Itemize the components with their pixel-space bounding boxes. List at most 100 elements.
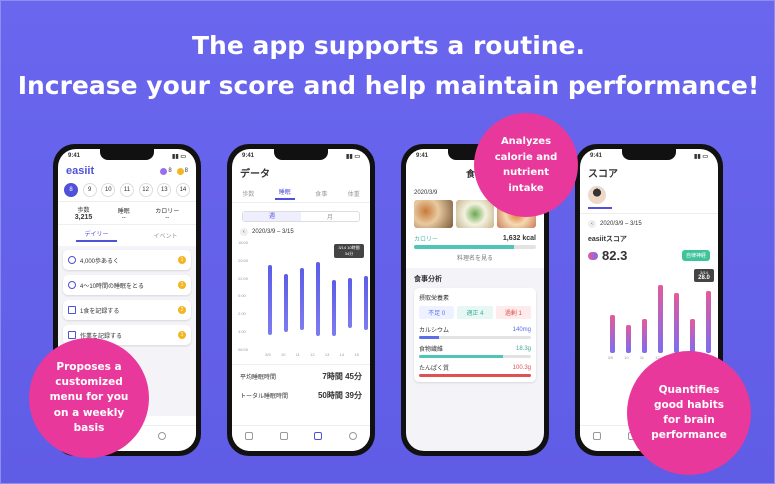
stat-value: -- <box>121 214 126 221</box>
nutrient-bar <box>419 336 531 339</box>
fork-icon <box>68 306 76 314</box>
tab-profile-icon[interactable] <box>344 431 362 446</box>
clipboard-icon <box>68 331 76 339</box>
chip-adequate[interactable]: 適正 4 <box>457 306 493 319</box>
tab-sleep[interactable]: 睡眠 <box>274 187 295 200</box>
nutrient-value: 100.3g <box>512 364 531 371</box>
day-item[interactable]: 11 <box>119 183 134 197</box>
sleep-summary: 平均睡眠時間 7時間 45分 トータル睡眠時間 50時間 39分 <box>232 364 370 407</box>
y-tick: 0:00 <box>238 293 246 299</box>
chevron-left-icon[interactable]: ‹ <box>240 228 248 236</box>
calorie-value: 1,632 kcal <box>502 235 536 242</box>
tab-daily[interactable]: デイリー <box>76 229 117 242</box>
task-point-badge: 1 <box>178 281 186 289</box>
status-time: 9:41 <box>68 153 81 159</box>
tab-mission-icon[interactable] <box>275 431 293 446</box>
tab-data-icon[interactable] <box>309 431 327 446</box>
tab-steps[interactable]: 歩数 <box>242 189 254 198</box>
score-bar <box>642 319 647 353</box>
task-point-badge: 1 <box>178 331 186 339</box>
date-range: 2020/3/9 – 3/15 <box>252 229 294 235</box>
bottom-tab-bar <box>232 425 370 451</box>
tab-home-icon[interactable] <box>240 431 258 446</box>
tooltip-value: 28.0 <box>698 275 710 281</box>
x-tick: 10 <box>624 355 629 360</box>
stat-sleep: 睡眠 -- <box>118 206 130 221</box>
y-tick: 2:00 <box>238 311 246 317</box>
phone-notch <box>100 149 154 160</box>
sleep-bar <box>300 268 304 330</box>
point-icon-a <box>160 167 168 175</box>
y-tick: 20:00 <box>238 257 249 263</box>
stat-value: -- <box>165 214 170 221</box>
badge-menu: Proposes a customized menu for you on a … <box>29 338 149 458</box>
day-item[interactable]: 8 <box>64 183 78 197</box>
view-dish-names-link[interactable]: 料理名を見る <box>414 253 536 262</box>
nutrient-bar <box>419 374 531 377</box>
nutrient-bar <box>419 355 531 358</box>
data-tabs: 歩数 睡眠 食事 体重 <box>232 182 370 203</box>
task-item[interactable]: 4,000歩あるく 1 <box>63 250 191 270</box>
meal-photo[interactable] <box>455 200 495 228</box>
score-bar <box>674 293 679 353</box>
avatar[interactable] <box>588 186 606 204</box>
nutrient-chips: 不足 0 適正 4 過剰 1 <box>419 306 531 319</box>
day-item[interactable]: 9 <box>82 183 97 197</box>
toggle-month[interactable]: 月 <box>301 212 359 221</box>
score-bar <box>626 325 631 353</box>
task-label: 1食を記録する <box>80 308 120 315</box>
chip-lacking[interactable]: 不足 0 <box>419 306 455 319</box>
x-tick: 11 <box>295 352 300 357</box>
phone-data: 9:41 ▮▮ ▭ データ 歩数 睡眠 食事 体重 週 月 ‹ 2020/3/9 … <box>227 144 375 456</box>
phone-data-screen: 9:41 ▮▮ ▭ データ 歩数 睡眠 食事 体重 週 月 ‹ 2020/3/9 … <box>232 149 370 451</box>
day-item[interactable]: 14 <box>175 183 190 197</box>
x-tick: 3/9 <box>265 352 271 357</box>
day-item[interactable]: 13 <box>157 183 172 197</box>
sleep-chart: 18:00 20:00 22:00 0:00 2:00 4:00 06:00 3… <box>238 240 368 360</box>
sleep-bar <box>316 262 320 336</box>
meal-photo[interactable] <box>414 200 453 228</box>
stat-label: 睡眠 <box>117 208 130 215</box>
y-tick: 18:00 <box>238 240 249 245</box>
day-selector[interactable]: 8 9 10 11 12 13 14 <box>58 179 196 201</box>
period-toggle[interactable]: 週 月 <box>242 211 360 222</box>
x-tick: 12 <box>310 352 315 357</box>
sleep-bar <box>348 278 352 328</box>
chart-tooltip: 3/14 10時間 34分 <box>334 244 364 258</box>
task-item[interactable]: 1食を記録する 2 <box>63 300 191 320</box>
tab-home-icon[interactable] <box>588 431 606 446</box>
x-axis: 3/9 10 11 12 13 14 15 <box>260 352 364 357</box>
tab-meal[interactable]: 食事 <box>315 189 327 198</box>
task-item[interactable]: 4〜10時間の睡眠をとる 1 <box>63 275 191 295</box>
sleep-bar <box>268 265 272 335</box>
promo-background: The app supports a routine. Increase you… <box>0 0 775 484</box>
nutrient-name: 食物繊維 <box>419 347 444 353</box>
summary-label: 平均睡眠時間 <box>240 375 277 381</box>
date-range: 2020/3/9 – 3/15 <box>600 221 642 227</box>
y-tick: 06:00 <box>238 346 249 352</box>
summary-value: 7時間 45分 <box>322 372 362 381</box>
task-label: 4〜10時間の睡眠をとる <box>80 283 145 290</box>
tab-weight[interactable]: 体重 <box>348 189 360 198</box>
chip-excess[interactable]: 過剰 1 <box>495 306 531 319</box>
nutrient-value: 140mg <box>512 326 531 333</box>
toggle-week[interactable]: 週 <box>243 212 301 221</box>
brain-icon <box>588 251 598 260</box>
chevron-left-icon[interactable]: ‹ <box>588 220 596 228</box>
meal-analysis: 食事分析 摂取栄養素 不足 0 適正 4 過剰 1 カルシウム 140mg 食物繊… <box>406 268 544 382</box>
score-bar <box>706 291 711 353</box>
page-title: スコア <box>588 169 618 180</box>
walk-icon <box>68 256 76 264</box>
day-item[interactable]: 12 <box>138 183 153 197</box>
x-tick: 10 <box>280 352 286 357</box>
score-bar <box>690 319 695 353</box>
tab-profile-icon[interactable] <box>153 431 171 446</box>
day-item[interactable]: 10 <box>101 183 116 197</box>
point-value-b: 8 <box>184 168 188 174</box>
battery-icon: ▮▮ ▭ <box>172 153 186 160</box>
x-tick: 15 <box>354 352 359 357</box>
y-axis: 18:00 20:00 22:00 0:00 2:00 4:00 06:00 <box>238 240 256 352</box>
sleep-bar <box>364 276 368 330</box>
moon-icon <box>68 281 76 289</box>
tab-event[interactable]: イベント <box>153 231 177 240</box>
